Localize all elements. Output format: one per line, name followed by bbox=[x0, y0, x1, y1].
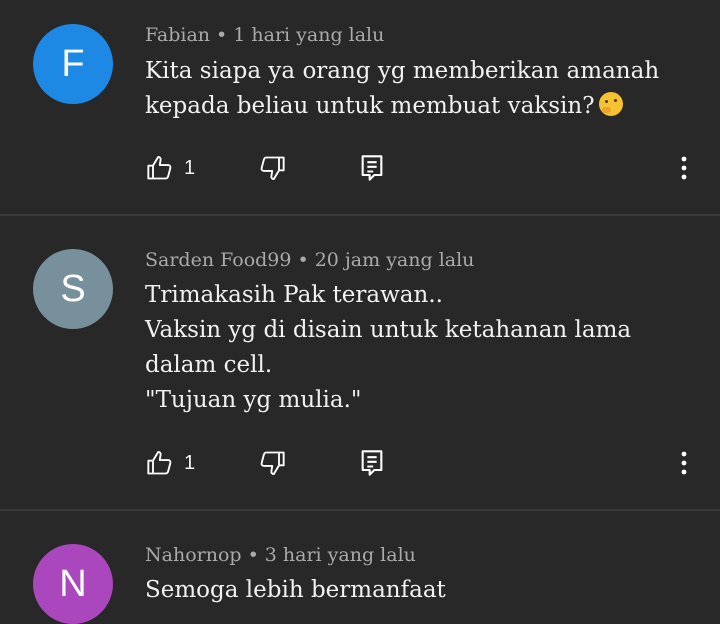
dislike-button[interactable] bbox=[258, 154, 286, 182]
avatar[interactable]: N bbox=[33, 544, 113, 624]
like-button[interactable]: 1 bbox=[146, 449, 195, 477]
reply-button[interactable] bbox=[360, 154, 384, 182]
more-options-button[interactable] bbox=[676, 449, 692, 477]
meta-separator: • bbox=[216, 24, 228, 46]
thumbs-up-icon bbox=[147, 450, 172, 475]
comment-author[interactable]: Nahornop bbox=[145, 544, 242, 566]
thumbs-up-icon bbox=[147, 155, 172, 180]
thumbs-down-icon bbox=[260, 156, 285, 181]
like-button[interactable]: 1 bbox=[146, 154, 195, 182]
meta-separator: • bbox=[297, 249, 309, 271]
comment-author[interactable]: Sarden Food99 bbox=[145, 249, 291, 271]
comment-time: 20 jam yang lalu bbox=[314, 249, 475, 271]
reply-icon bbox=[361, 155, 383, 181]
comment-time: 1 hari yang lalu bbox=[233, 24, 385, 46]
more-vert-icon bbox=[681, 156, 687, 180]
meta-separator: • bbox=[247, 544, 259, 566]
comment-author[interactable]: Fabian bbox=[145, 24, 210, 46]
reply-button[interactable] bbox=[360, 449, 384, 477]
comment-meta: Fabian • 1 hari yang lalu bbox=[145, 24, 384, 46]
avatar[interactable]: S bbox=[33, 249, 113, 329]
thumbs-down-icon bbox=[260, 451, 285, 476]
comment-divider bbox=[0, 509, 720, 511]
comment-text: Kita siapa ya orang yg memberikan amanah… bbox=[145, 54, 705, 124]
comment-text: Trimakasih Pak terawan.. Vaksin yg di di… bbox=[145, 282, 632, 413]
comment-actions: 1 bbox=[0, 443, 720, 483]
comment-divider bbox=[0, 214, 720, 216]
avatar[interactable]: F bbox=[33, 24, 113, 104]
comment-time: 3 hari yang lalu bbox=[264, 544, 416, 566]
comment-text-content: Kita siapa ya orang yg memberikan amanah… bbox=[145, 58, 660, 119]
comment-text: Semoga lebih bermanfaat bbox=[145, 577, 446, 603]
thinking-face-emoji bbox=[598, 92, 623, 116]
comment-actions: 1 bbox=[0, 148, 720, 188]
reply-icon bbox=[361, 450, 383, 476]
comment-meta: Sarden Food99 • 20 jam yang lalu bbox=[145, 249, 474, 271]
more-options-button[interactable] bbox=[676, 154, 692, 182]
like-count: 1 bbox=[184, 156, 196, 179]
comment-meta: Nahornop • 3 hari yang lalu bbox=[145, 544, 416, 566]
more-vert-icon bbox=[681, 451, 687, 475]
dislike-button[interactable] bbox=[258, 449, 286, 477]
like-count: 1 bbox=[184, 451, 196, 474]
